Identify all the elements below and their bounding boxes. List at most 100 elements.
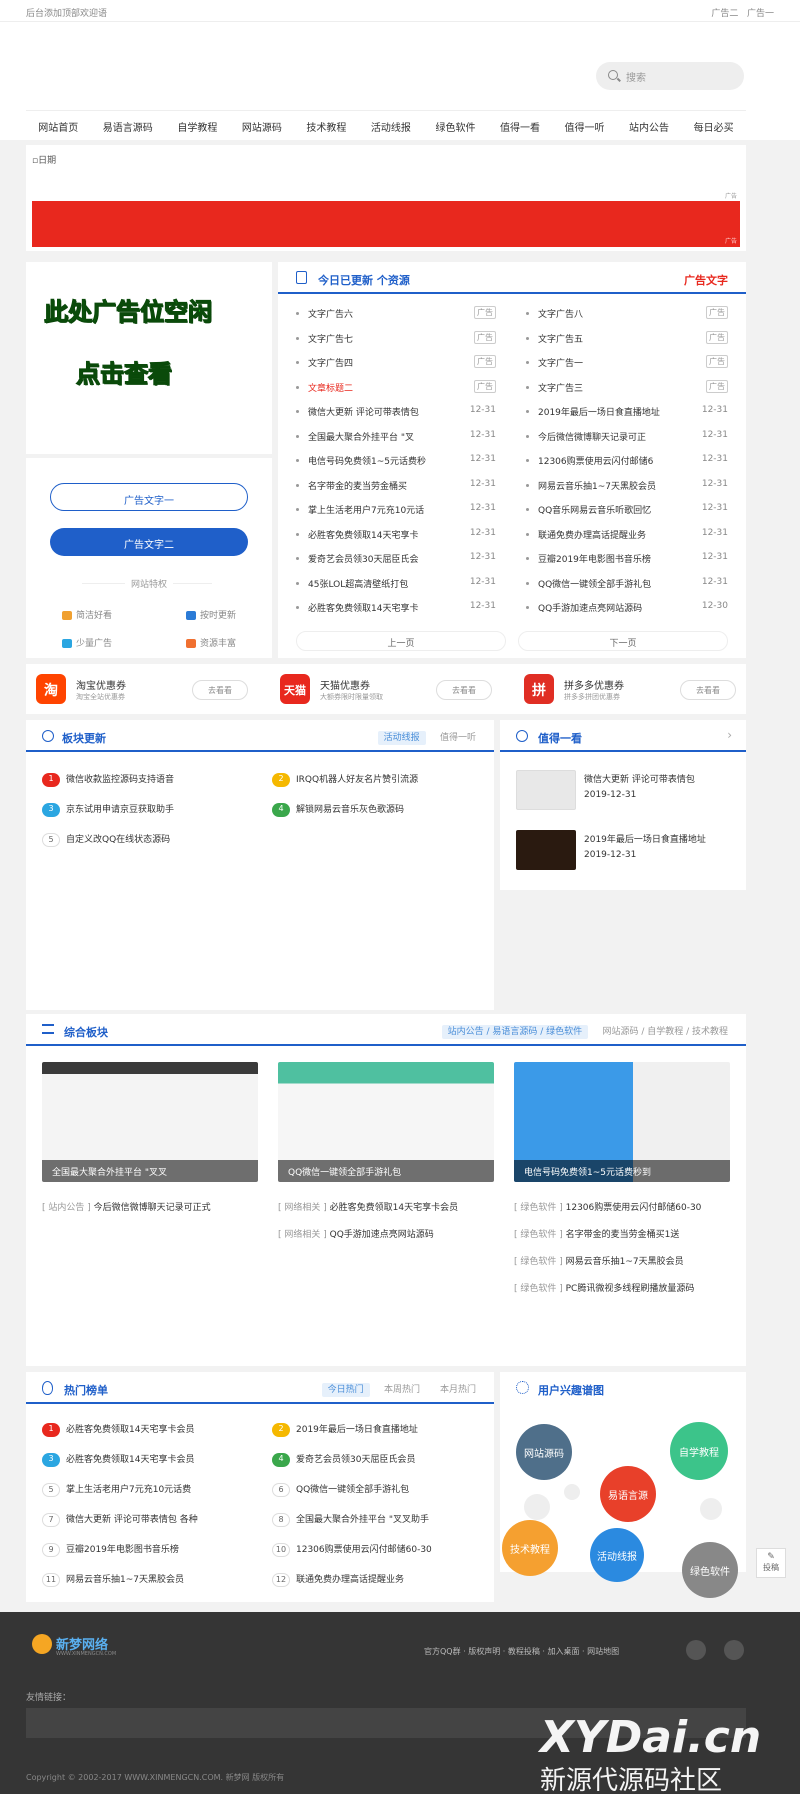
latest-red-text[interactable]: 广告文字 xyxy=(684,272,728,288)
interest-bubble[interactable]: 自学教程 xyxy=(670,1422,728,1480)
list-item[interactable]: 文字广告一 广告 xyxy=(526,351,728,375)
nav-item-daily-buy[interactable]: 每日必买 xyxy=(694,119,734,140)
coupon-pinduoduo[interactable]: 拼 拼多多优惠券 拼多多拼团优惠券 去看看 xyxy=(514,674,744,706)
composite-card[interactable]: QQ微信一键领全部手游礼包 xyxy=(278,1062,494,1182)
list-item[interactable]: 文字广告四 广告 xyxy=(296,351,496,375)
nav-item-green-software[interactable]: 绿色软件 xyxy=(435,119,475,140)
composite-link[interactable]: [ 网络相关 ] QQ手游加速点亮网站源码 xyxy=(278,1227,434,1240)
list-item[interactable]: 文字广告六 广告 xyxy=(296,302,496,326)
nav-item-tech[interactable]: 技术教程 xyxy=(306,119,346,140)
list-item[interactable]: 文字广告三 广告 xyxy=(526,376,728,400)
interest-bubble[interactable]: 网站源码 xyxy=(516,1424,572,1480)
list-item[interactable]: 今后微信微博聊天记录可正 12-31 xyxy=(526,425,728,449)
tab-worth-listen[interactable]: 值得一听 xyxy=(440,733,476,743)
hot-item[interactable]: 7 微信大更新 评论可带表情包 各种 xyxy=(42,1512,198,1527)
list-item[interactable]: 豆瓣2019年电影图书音乐榜 12-31 xyxy=(526,547,728,571)
next-page-button[interactable]: 下一页 xyxy=(518,631,728,651)
composite-card[interactable]: 电信号码免费领1~5元话费秒到 xyxy=(514,1062,730,1182)
list-item[interactable]: 12306购票使用云闪付邮储6 12-31 xyxy=(526,449,728,473)
hot-item[interactable]: 6 QQ微信一键领全部手游礼包 xyxy=(272,1482,409,1497)
tab-group-2[interactable]: 网站源码 / 自学教程 / 技术教程 xyxy=(602,1027,728,1037)
submit-post-button[interactable]: ✎ 投稿 xyxy=(756,1548,786,1578)
list-item[interactable]: 3 京东试用申请京豆获取助手 xyxy=(42,802,174,817)
list-item[interactable]: 网易云音乐抽1~7天黑胶会员 12-31 xyxy=(526,474,728,498)
top-link-ad1[interactable]: 广告一 xyxy=(747,9,774,19)
tab-activity[interactable]: 活动线报 xyxy=(377,731,426,745)
hot-item[interactable]: 4 爱奇艺会员领30天屈臣氏会员 xyxy=(272,1452,415,1467)
hot-item[interactable]: 10 12306购票使用云闪付邮储60-30 xyxy=(272,1542,432,1557)
list-item[interactable]: 4 解锁网易云音乐灰色歌源码 xyxy=(272,802,404,817)
coupon-go-button[interactable]: 去看看 xyxy=(680,680,736,700)
banner-red-ad[interactable]: 广告 xyxy=(32,201,740,247)
footer-link-submit[interactable]: 教程投稿 xyxy=(508,1647,540,1656)
composite-link[interactable]: [ 绿色软件 ] 网易云音乐抽1~7天黑胶会员 xyxy=(514,1254,684,1267)
worth-thumb[interactable] xyxy=(516,830,576,870)
tab-today[interactable]: 今日热门 xyxy=(321,1383,370,1397)
list-item[interactable]: 爱奇艺会员领30天屈臣氏会 12-31 xyxy=(296,547,496,571)
banner[interactable]: ▫日期 广告 广告 xyxy=(26,145,746,251)
tab-month[interactable]: 本月热门 xyxy=(440,1385,476,1395)
coupon-taobao[interactable]: 淘 淘宝优惠券 淘宝全站优惠券 去看看 xyxy=(26,674,256,706)
hot-item[interactable]: 5 掌上生活老用户7元充10元话费 xyxy=(42,1482,191,1497)
interest-bubble[interactable]: 活动线报 xyxy=(590,1528,644,1582)
hot-item[interactable]: 1 必胜客免费领取14天宅享卡会员 xyxy=(42,1422,194,1437)
composite-link[interactable]: [ 网络相关 ] 必胜客免费领取14天宅享卡会员 xyxy=(278,1200,458,1213)
list-item[interactable]: 2019年最后一场日食直播地址 12-31 xyxy=(526,400,728,424)
list-item[interactable]: 45张LOL超高清壁纸打包 12-31 xyxy=(296,572,496,596)
hot-item[interactable]: 8 全国最大聚合外挂平台 "叉叉助手 xyxy=(272,1512,429,1527)
top-link-ad2[interactable]: 广告二 xyxy=(711,9,738,19)
list-item[interactable]: QQ音乐网易云音乐听歌回忆 12-31 xyxy=(526,498,728,522)
footer-link-sitemap[interactable]: 网站地图 xyxy=(587,1647,619,1656)
interest-bubble[interactable]: 技术教程 xyxy=(502,1520,558,1576)
list-item[interactable]: 全国最大聚合外挂平台 "叉 12-31 xyxy=(296,425,496,449)
composite-link[interactable]: [ 绿色软件 ] PC腾讯微视多线程刷播放量源码 xyxy=(514,1281,694,1294)
coupon-go-button[interactable]: 去看看 xyxy=(192,680,248,700)
list-item[interactable]: 电信号码免费领1~5元话费秒 12-31 xyxy=(296,449,496,473)
nav-item-web-source[interactable]: 网站源码 xyxy=(242,119,282,140)
footer-link-desktop[interactable]: 加入桌面 xyxy=(548,1647,580,1656)
ad-text-button-1[interactable]: 广告文字一 xyxy=(50,483,248,511)
worth-thumb[interactable] xyxy=(516,770,576,810)
worth-item-title[interactable]: 微信大更新 评论可带表情包 xyxy=(584,772,695,785)
list-item[interactable]: 微信大更新 评论可带表情包 12-31 xyxy=(296,400,496,424)
nav-item-worth-see[interactable]: 值得一看 xyxy=(500,119,540,140)
nav-item-tutorial[interactable]: 自学教程 xyxy=(177,119,217,140)
search-input[interactable]: 搜索 xyxy=(596,62,744,90)
hot-item[interactable]: 3 必胜客免费领取14天宅享卡会员 xyxy=(42,1452,194,1467)
ad-space[interactable]: 此处广告位空闲 点击查看 xyxy=(26,262,272,454)
hot-item[interactable]: 9 豆瓣2019年电影图书音乐榜 xyxy=(42,1542,179,1557)
list-item[interactable]: 名字带金的麦当劳金桶买 12-31 xyxy=(296,474,496,498)
worth-item-title[interactable]: 2019年最后一场日食直播地址 xyxy=(584,832,706,845)
ad-text-button-2[interactable]: 广告文字二 xyxy=(50,528,248,556)
nav-item-eyuyan[interactable]: 易语言源码 xyxy=(103,119,153,140)
interest-bubble[interactable]: 易语言源 xyxy=(600,1466,656,1522)
list-item[interactable]: QQ微信一键领全部手游礼包 12-31 xyxy=(526,572,728,596)
footer-link-qq[interactable]: 官方QQ群 xyxy=(424,1647,461,1656)
tab-group-1[interactable]: 站内公告 / 易语言源码 / 绿色软件 xyxy=(441,1025,589,1039)
list-item[interactable]: 5 自定义改QQ在线状态源码 xyxy=(42,832,170,847)
composite-card[interactable]: 全国最大聚合外挂平台 "叉叉 xyxy=(42,1062,258,1182)
list-item[interactable]: 文字广告五 广告 xyxy=(526,327,728,351)
list-item[interactable]: 文字广告七 广告 xyxy=(296,327,496,351)
list-item[interactable]: 1 微信收款监控源码支持语音 xyxy=(42,772,174,787)
list-item[interactable]: 文字广告八 广告 xyxy=(526,302,728,326)
list-item[interactable]: 文章标题二 广告 xyxy=(296,376,496,400)
chevron-right-icon[interactable]: › xyxy=(727,728,732,742)
list-item[interactable]: QQ手游加速点亮网站源码 12-30 xyxy=(526,596,728,620)
hot-item[interactable]: 2 2019年最后一场日食直播地址 xyxy=(272,1422,418,1437)
prev-page-button[interactable]: 上一页 xyxy=(296,631,506,651)
hot-item[interactable]: 11 网易云音乐抽1~7天黑胶会员 xyxy=(42,1572,184,1587)
list-item[interactable]: 联通免费办理高话提醒业务 12-31 xyxy=(526,523,728,547)
coupon-go-button[interactable]: 去看看 xyxy=(436,680,492,700)
list-item[interactable]: 必胜客免费领取14天宅享卡 12-31 xyxy=(296,523,496,547)
list-item[interactable]: 2 IRQQ机器人好友名片赞引流源 xyxy=(272,772,418,787)
nav-item-activity[interactable]: 活动线报 xyxy=(371,119,411,140)
composite-link[interactable]: [ 绿色软件 ] 名字带金的麦当劳金桶买1送 xyxy=(514,1227,679,1240)
composite-link[interactable]: [ 站内公告 ] 今后微信微博聊天记录可正式 xyxy=(42,1200,211,1213)
coupon-tmall[interactable]: 天猫 天猫优惠券 大额券限时限量领取 去看看 xyxy=(270,674,500,706)
nav-item-worth-listen[interactable]: 值得一听 xyxy=(565,119,605,140)
list-item[interactable]: 掌上生活老用户7元充10元话 12-31 xyxy=(296,498,496,522)
interest-bubble[interactable]: 绿色软件 xyxy=(682,1542,738,1598)
nav-item-notice[interactable]: 站内公告 xyxy=(629,119,669,140)
nav-item-home[interactable]: 网站首页 xyxy=(38,119,78,140)
